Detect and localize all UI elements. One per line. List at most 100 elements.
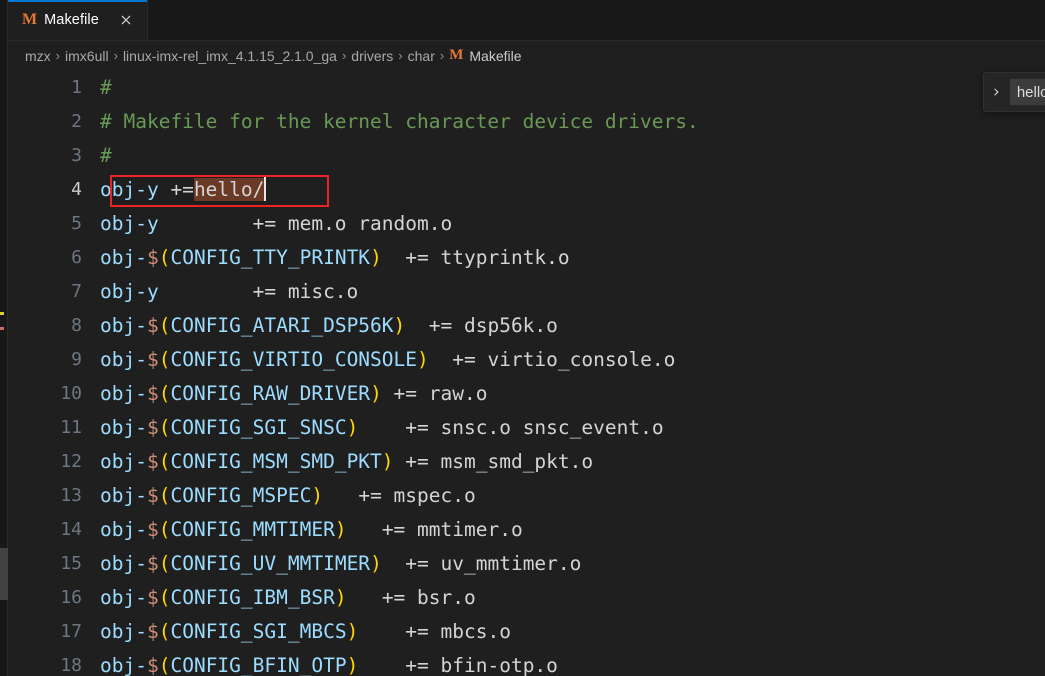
- code-line[interactable]: 17 obj-$(CONFIG_SGI_MBCS) += mbcs.o: [8, 614, 1045, 648]
- text-cursor: [264, 177, 267, 201]
- code-line-text: obj-$(CONFIG_VIRTIO_CONSOLE) += virtio_c…: [100, 348, 675, 371]
- code-token: $: [146, 313, 159, 337]
- rename-input-popup[interactable]: › hello: [983, 72, 1045, 112]
- breadcrumb-separator: ›: [113, 48, 118, 63]
- line-number: 3: [71, 144, 82, 166]
- breadcrumb-item-linux-imx-rel-imx-4-1-15-2-1-0-ga[interactable]: linux-imx-rel_imx_4.1.15_2.1.0_ga: [123, 48, 337, 64]
- code-token: (: [158, 551, 171, 575]
- code-token: ): [346, 415, 359, 439]
- code-token: += bfin-otp.o: [358, 653, 558, 676]
- code-line[interactable]: 16 obj-$(CONFIG_IBM_BSR) += bsr.o: [8, 580, 1045, 614]
- code-line-text: obj-y += mem.o random.o: [100, 212, 452, 235]
- code-token: += mspec.o: [323, 483, 476, 507]
- breadcrumb-item-imx6ull[interactable]: imx6ull: [65, 48, 109, 64]
- code-line[interactable]: 9 obj-$(CONFIG_VIRTIO_CONSOLE) += virtio_…: [8, 342, 1045, 376]
- code-token: obj-: [100, 551, 147, 575]
- code-token: ): [334, 517, 347, 541]
- code-line[interactable]: 10 obj-$(CONFIG_RAW_DRIVER) += raw.o: [8, 376, 1045, 410]
- vertical-scrollbar-thumb[interactable]: [0, 548, 8, 600]
- code-line[interactable]: 6 obj-$(CONFIG_TTY_PRINTK) += ttyprintk.o: [8, 240, 1045, 274]
- code-token: obj-: [100, 313, 147, 337]
- code-line-text: obj-y += misc.o: [100, 280, 358, 303]
- code-line[interactable]: 14 obj-$(CONFIG_MMTIMER) += mmtimer.o: [8, 512, 1045, 546]
- code-line-text: #: [100, 144, 112, 167]
- code-token: += ttyprintk.o: [381, 245, 570, 269]
- code-editor[interactable]: 1 #2 # Makefile for the kernel character d…: [8, 70, 1045, 676]
- code-line[interactable]: 5 obj-y += mem.o random.o: [8, 206, 1045, 240]
- code-token: += virtio_console.o: [428, 347, 676, 371]
- code-token: obj-: [100, 517, 147, 541]
- breadcrumb-item-mzx[interactable]: mzx: [25, 48, 51, 64]
- code-line[interactable]: 1 #: [8, 70, 1045, 104]
- code-line[interactable]: 13 obj-$(CONFIG_MSPEC) += mspec.o: [8, 478, 1045, 512]
- code-line[interactable]: 7 obj-y += misc.o: [8, 274, 1045, 308]
- code-lines: 1 #2 # Makefile for the kernel character d…: [8, 70, 1045, 676]
- line-number: 1: [71, 76, 82, 98]
- breadcrumb: mzx › imx6ull › linux-imx-rel_imx_4.1.15_2.1…: [8, 41, 1045, 70]
- code-line-text: obj-$(CONFIG_MSPEC) += mspec.o: [100, 484, 476, 507]
- code-token: (: [158, 245, 171, 269]
- code-token: obj-y: [100, 178, 159, 201]
- code-token: (: [158, 381, 171, 405]
- tab-makefile[interactable]: M Makefile: [8, 0, 148, 40]
- breadcrumb-item-label: Makefile: [469, 47, 522, 64]
- code-token: obj-: [100, 449, 147, 473]
- code-token: += mmtimer.o: [346, 517, 523, 541]
- code-line[interactable]: 3 #: [8, 138, 1045, 172]
- line-number: 11: [60, 416, 82, 438]
- code-token: +=: [158, 178, 194, 201]
- code-line[interactable]: 4 obj-y +=hello/: [8, 172, 1045, 206]
- code-token: CONFIG_SGI_SNSC: [170, 415, 347, 439]
- code-line-text: obj-$(CONFIG_SGI_SNSC) += snsc.o snsc_ev…: [100, 416, 664, 439]
- line-number: 14: [60, 518, 82, 540]
- code-token: ): [370, 381, 382, 405]
- code-token: (: [158, 313, 171, 337]
- code-token: obj-: [100, 483, 147, 507]
- code-line[interactable]: 12 obj-$(CONFIG_MSM_SMD_PKT) += msm_smd_p…: [8, 444, 1045, 478]
- code-token: += uv_mmtimer.o: [381, 551, 582, 575]
- code-token: (: [158, 619, 171, 643]
- code-line-text: obj-$(CONFIG_SGI_MBCS) += mbcs.o: [100, 620, 511, 643]
- line-number: 15: [60, 552, 82, 574]
- code-token: $: [146, 551, 159, 575]
- line-number: 13: [60, 484, 82, 506]
- code-token: CONFIG_IBM_BSR: [170, 585, 335, 609]
- breadcrumb-item-char[interactable]: char: [408, 48, 435, 64]
- breadcrumb-item-drivers[interactable]: drivers: [351, 48, 393, 64]
- code-line[interactable]: 11 obj-$(CONFIG_SGI_SNSC) += snsc.o snsc_…: [8, 410, 1045, 444]
- code-token: CONFIG_MSM_SMD_PKT: [170, 449, 382, 473]
- breadcrumb-separator: ›: [398, 48, 403, 63]
- line-number: 9: [71, 348, 82, 370]
- code-line-text: obj-$(CONFIG_MSM_SMD_PKT) += msm_smd_pkt…: [100, 450, 593, 473]
- code-line[interactable]: 18 obj-$(CONFIG_BFIN_OTP) += bfin-otp.o: [8, 648, 1045, 676]
- code-token: ): [334, 585, 347, 609]
- code-line-text: obj-$(CONFIG_RAW_DRIVER) += raw.o: [100, 382, 487, 405]
- code-token: #: [100, 75, 112, 99]
- code-token: $: [146, 381, 159, 405]
- line-number: 17: [60, 620, 82, 642]
- selected-text: hello/: [193, 178, 265, 201]
- code-token: CONFIG_SGI_MBCS: [170, 619, 347, 643]
- code-token: obj-: [100, 347, 147, 371]
- breadcrumb-item-makefile[interactable]: M Makefile: [449, 48, 521, 64]
- rename-input[interactable]: hello: [1009, 79, 1045, 105]
- code-line-text: obj-$(CONFIG_TTY_PRINTK) += ttyprintk.o: [100, 246, 570, 269]
- code-line-text: # Makefile for the kernel character devi…: [100, 110, 699, 133]
- line-number: 2: [71, 110, 82, 132]
- code-line-text: obj-$(CONFIG_ATARI_DSP56K) += dsp56k.o: [100, 314, 558, 337]
- code-token: CONFIG_BFIN_OTP: [170, 653, 347, 676]
- code-token: (: [158, 483, 171, 507]
- overview-ruler-mark: [0, 327, 4, 330]
- code-token: += snsc.o snsc_event.o: [358, 415, 664, 439]
- close-icon[interactable]: [116, 10, 136, 30]
- code-token: $: [146, 449, 159, 473]
- code-token: (: [158, 585, 171, 609]
- code-token: obj-y: [100, 211, 159, 235]
- code-token: CONFIG_RAW_DRIVER: [170, 381, 371, 405]
- code-line-text: obj-$(CONFIG_MMTIMER) += mmtimer.o: [100, 518, 523, 541]
- code-line[interactable]: 15 obj-$(CONFIG_UV_MMTIMER) += uv_mmtimer…: [8, 546, 1045, 580]
- code-line[interactable]: 8 obj-$(CONFIG_ATARI_DSP56K) += dsp56k.o: [8, 308, 1045, 342]
- code-line[interactable]: 2 # Makefile for the kernel character dev…: [8, 104, 1045, 138]
- code-line-text: #: [100, 76, 112, 99]
- code-token: $: [146, 245, 159, 269]
